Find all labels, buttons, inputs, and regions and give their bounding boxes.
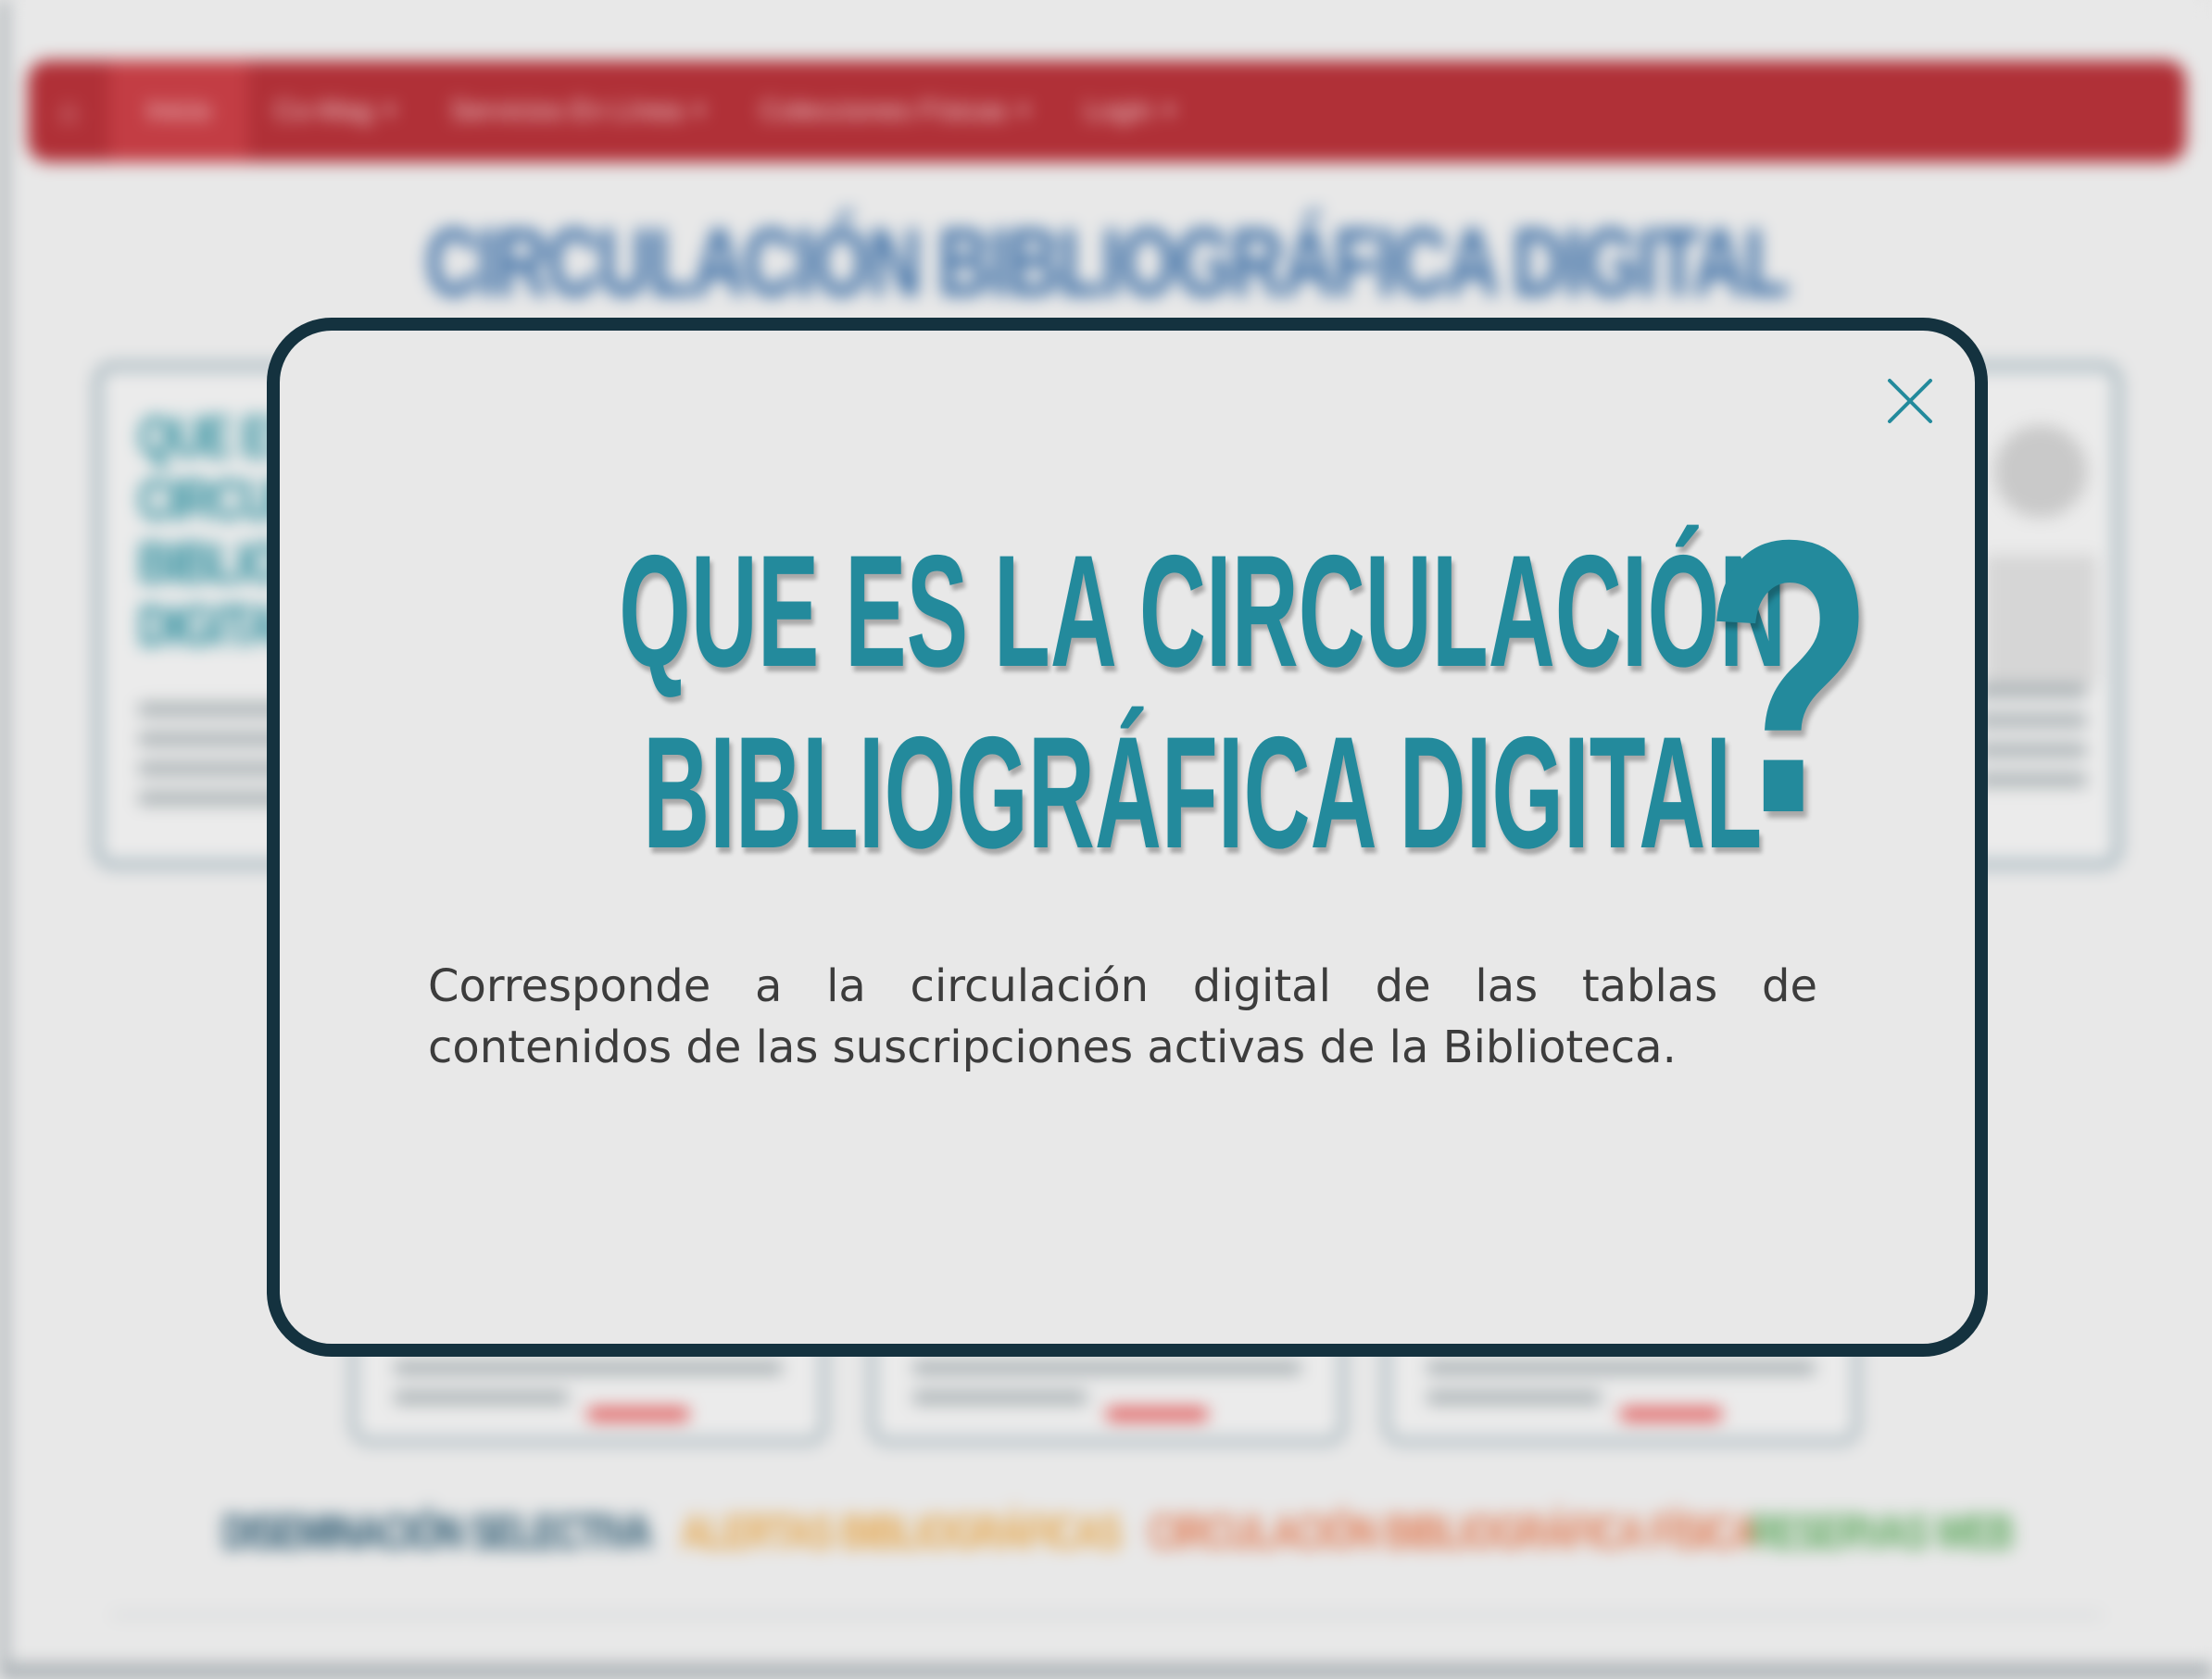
link-alertas-bibliograficas[interactable]: ALERTAS BIBLIOGRÁFICAS [681,1505,1123,1560]
nav-item-co-mag[interactable]: Co-Mag ▼ [248,60,425,162]
read-more-link[interactable] [1106,1408,1208,1421]
card-text-placeholder [394,1361,783,1425]
card-text-placeholder [912,1361,1301,1425]
close-icon[interactable] [1882,373,1938,429]
card-text-placeholder [1976,684,2087,803]
image-placeholder [1985,555,2096,684]
window-left-edge [0,0,7,1679]
nav-item-label: Login [1085,95,1153,126]
nav-item-label: Co-Mag [274,95,373,126]
info-modal: QUE ES LA CIRCULACIÓN BIBLIOGRÁFICA DIGI… [267,318,1988,1357]
modal-title-line-2: BIBLIOGRÁFICA DIGITAL [643,704,1763,882]
main-navbar: ⌂ Inicio Co-Mag ▼ Servicios En Línea ▼ C… [28,60,2186,162]
home-icon[interactable]: ⌂ [28,60,109,162]
nav-item-label: Inicio [146,95,212,126]
modal-description: Corresponde a la circulación digital de … [428,960,1817,1073]
card-text-placeholder [1426,1361,1816,1425]
caret-down-icon: ▼ [1160,100,1179,121]
page-title: CIRCULACIÓN BIBLIOGRÁFICA DIGITAL [425,209,1790,317]
service-links: DISEMINACIÓN SELECTIVA ALERTAS BIBLIOGRÁ… [0,1505,2212,1570]
nav-item-inicio[interactable]: Inicio [109,60,249,162]
window-bottom-edge [0,1663,2212,1679]
footer-divider [111,1613,2103,1617]
read-more-link[interactable] [1620,1408,1722,1421]
nav-item-login[interactable]: Login ▼ [1059,60,1204,162]
modal-title-line-1: QUE ES LA CIRCULACIÓN [619,522,1787,700]
caret-down-icon: ▼ [689,100,709,121]
nav-item-label: Colecciones Físicas [760,95,1008,126]
avatar [1994,425,2087,518]
link-diseminacion-selectiva[interactable]: DISEMINACIÓN SELECTIVA [222,1505,652,1560]
nav-item-colecciones[interactable]: Colecciones Físicas ▼ [734,60,1059,162]
link-circulacion-fisica[interactable]: CIRCULACIÓN BIBLIOGRÁFICA FÍSICA [1149,1505,1757,1560]
nav-item-label: Servicios En Línea [450,95,683,126]
read-more-link[interactable] [587,1408,689,1421]
question-mark: ? [1703,460,1875,895]
caret-down-icon: ▼ [1014,100,1034,121]
caret-down-icon: ▼ [380,100,399,121]
link-reservas-web[interactable]: RESERVAS WEB [1751,1505,2014,1560]
nav-item-servicios[interactable]: Servicios En Línea ▼ [425,60,735,162]
